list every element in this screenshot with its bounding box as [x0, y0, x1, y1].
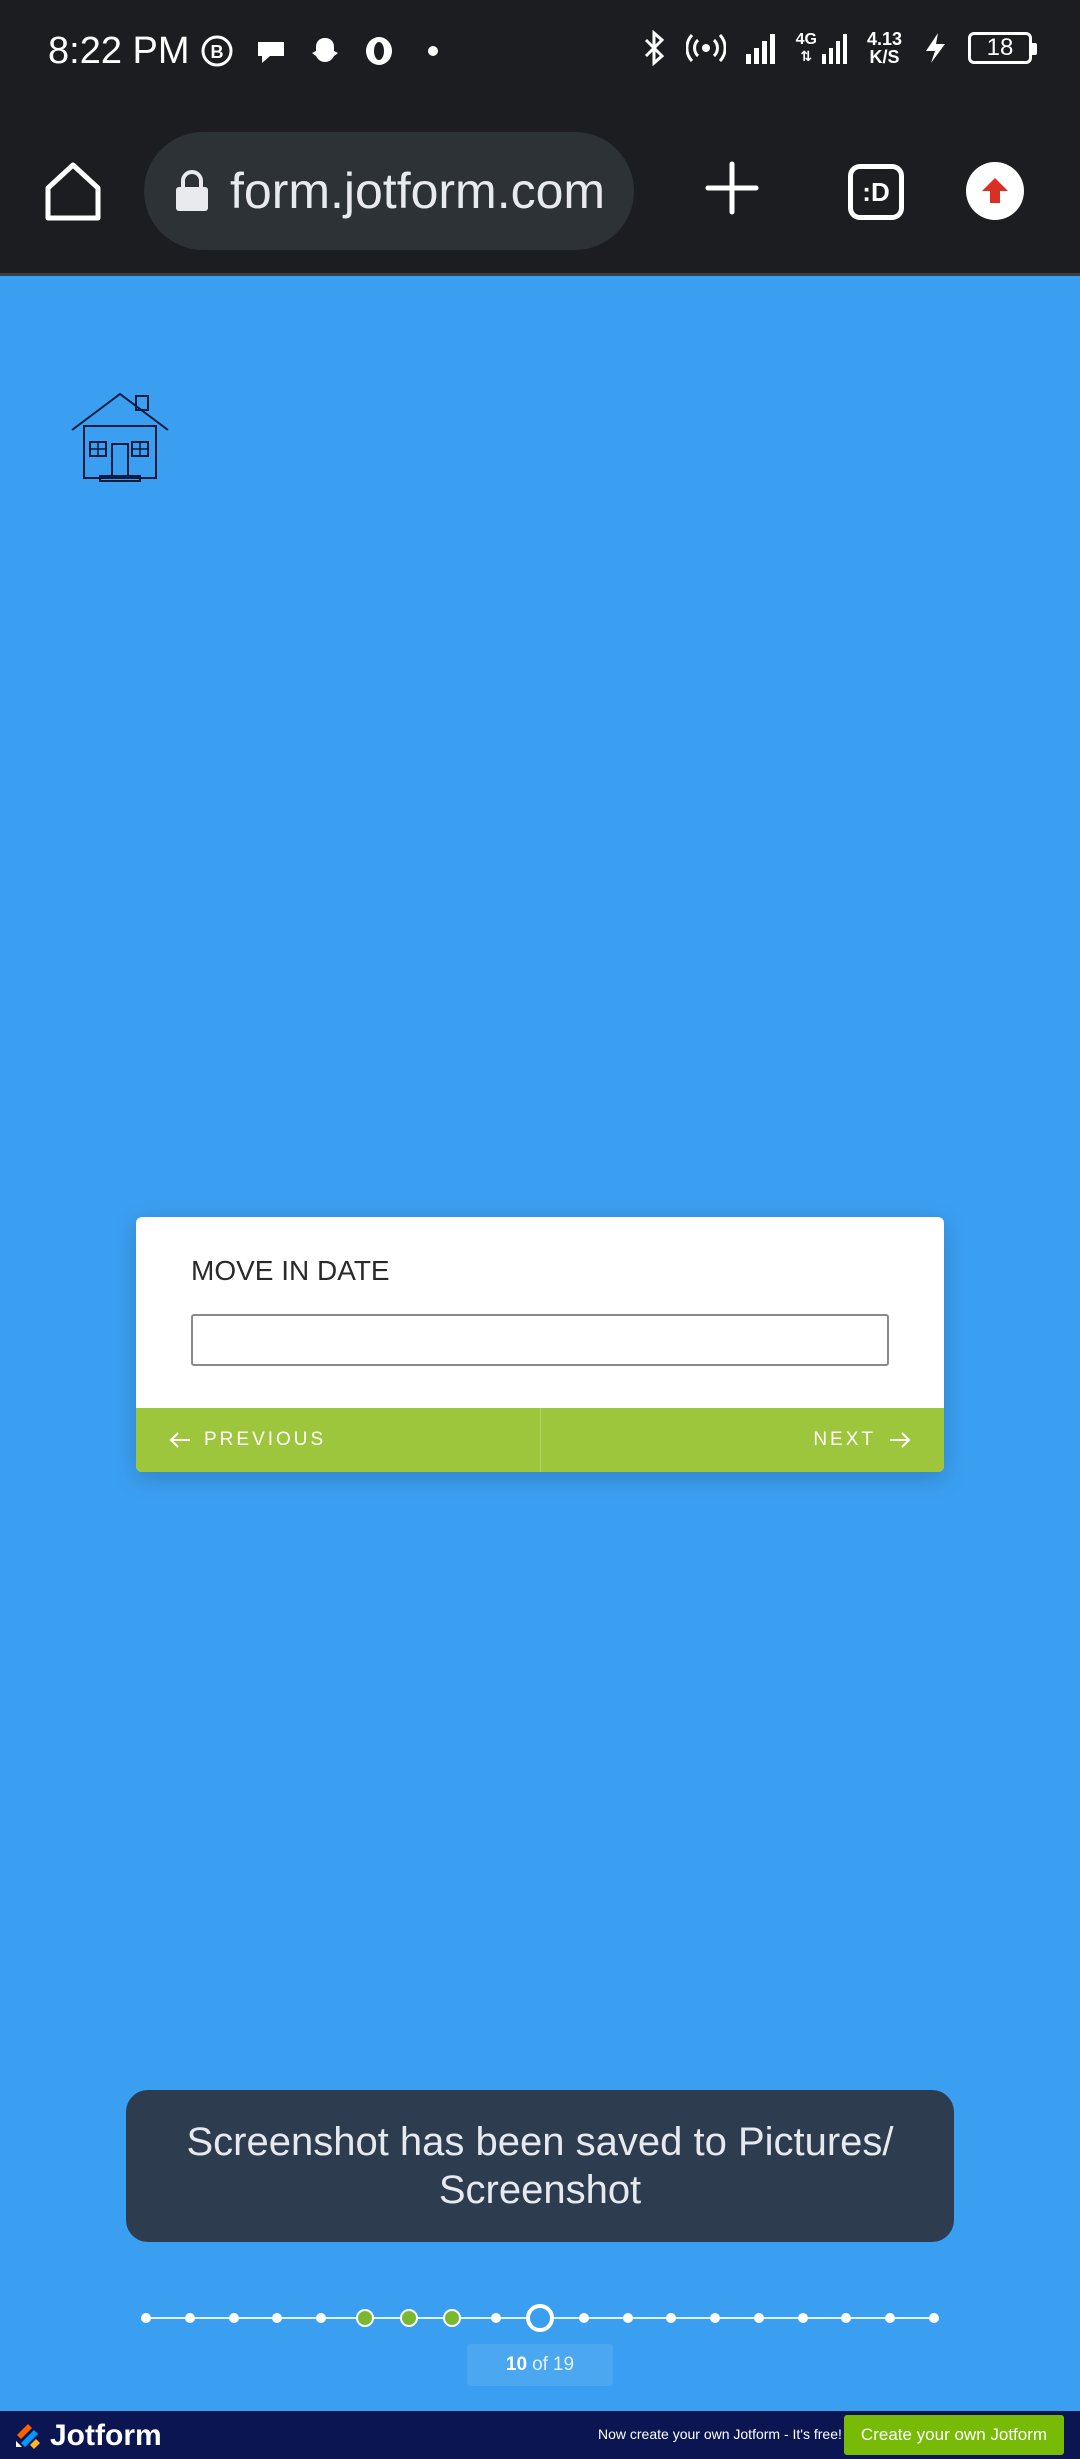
previous-button[interactable]: PREVIOUS [136, 1408, 541, 1472]
svg-text:B: B [211, 42, 224, 62]
chat-bubble-icon [254, 34, 288, 68]
bluetooth-icon [644, 30, 664, 66]
progress-step-13[interactable] [666, 2313, 677, 2323]
snapchat-icon [308, 34, 342, 68]
form-card: MOVE IN DATE PREVIOUS NEXT [136, 1217, 944, 1472]
progress-step-15[interactable] [753, 2313, 764, 2323]
form-progress [141, 2304, 939, 2332]
progress-step-14[interactable] [710, 2313, 721, 2323]
progress-step-12[interactable] [622, 2313, 633, 2323]
arrow-up-icon [982, 178, 1008, 203]
create-jotform-label: Create your own Jotform [860, 2425, 1048, 2444]
screenshot-toast: Screenshot has been saved to Pictures/ S… [126, 2090, 954, 2242]
next-button[interactable]: NEXT [541, 1408, 945, 1472]
total-pages: 19 [552, 2354, 575, 2375]
page-of-label: of [532, 2354, 548, 2375]
browser-toolbar: form.jotform.com :D [0, 108, 1080, 276]
form-logo [70, 390, 170, 486]
next-label: NEXT [813, 1429, 876, 1450]
net-speed-unit: K/S [869, 47, 900, 67]
progress-step-9[interactable] [491, 2313, 502, 2323]
progress-step-6[interactable] [355, 2309, 374, 2327]
charging-icon [926, 33, 945, 63]
status-time: 8:22 PM [48, 30, 190, 72]
progress-step-4[interactable] [272, 2313, 283, 2323]
footer-note: Now create your own Jotform - It's free! [598, 2426, 842, 2442]
opera-icon [362, 34, 396, 68]
page-counter: 10 of 19 [467, 2344, 613, 2386]
home-icon [45, 162, 101, 221]
house-logo-icon [71, 392, 169, 482]
previous-label: PREVIOUS [204, 1429, 327, 1450]
home-button[interactable] [38, 156, 108, 226]
progress-step-11[interactable] [578, 2313, 589, 2323]
progress-step-8[interactable] [443, 2309, 462, 2327]
progress-step-1[interactable] [141, 2313, 151, 2323]
form-navigation: PREVIOUS NEXT [136, 1408, 944, 1472]
net-speed-value: 4.13 [866, 29, 902, 49]
progress-step-10[interactable] [526, 2304, 554, 2332]
jotform-footer: Jotform Now create your own Jotform - It… [0, 2411, 1080, 2459]
jotform-brand: Jotform [50, 2419, 162, 2452]
arrow-right-icon [890, 1432, 911, 1448]
system-icons: 4G ⇅ 4.13 K/S 18 [642, 30, 1037, 66]
lock-icon [176, 170, 208, 211]
progress-step-19[interactable] [929, 2313, 939, 2323]
progress-step-3[interactable] [228, 2313, 239, 2323]
network-type: 4G [795, 31, 817, 48]
dot-icon [416, 34, 450, 68]
net-speed: 4.13 K/S [867, 30, 902, 66]
toast-message: Screenshot has been saved to Pictures/ S… [186, 2120, 894, 2212]
signal-4g-icon: 4G ⇅ [796, 32, 849, 64]
jotform-logo[interactable]: Jotform [14, 2419, 162, 2453]
battery-icon: 18 [968, 32, 1037, 64]
notification-icons: B [200, 34, 450, 68]
update-button[interactable] [966, 162, 1024, 220]
b-business-icon: B [200, 34, 234, 68]
plus-icon [705, 161, 759, 215]
progress-step-7[interactable] [399, 2309, 418, 2327]
status-bar: 8:22 PM B 4G ⇅ 4.13 K/S 18 [0, 0, 1080, 108]
progress-step-5[interactable] [316, 2313, 327, 2323]
battery-level: 18 [986, 34, 1014, 61]
new-tab-button[interactable] [700, 156, 764, 220]
hotspot-icon [685, 33, 726, 63]
signal-icon [745, 34, 775, 64]
create-jotform-button[interactable]: Create your own Jotform [844, 2415, 1064, 2455]
progress-step-16[interactable] [797, 2313, 808, 2323]
progress-step-17[interactable] [841, 2313, 852, 2323]
arrow-left-icon [169, 1432, 190, 1448]
progress-step-2[interactable] [184, 2313, 195, 2323]
url-text: form.jotform.com [230, 163, 606, 219]
move-in-date-input[interactable] [191, 1314, 889, 1366]
tab-switcher-label: :D [862, 176, 890, 207]
progress-step-18[interactable] [885, 2313, 896, 2323]
jotform-logo-icon [16, 2424, 40, 2449]
tab-switcher-button[interactable]: :D [848, 164, 904, 220]
field-label: MOVE IN DATE [191, 1255, 390, 1286]
address-bar[interactable]: form.jotform.com [144, 132, 634, 250]
current-page: 10 [505, 2354, 528, 2375]
